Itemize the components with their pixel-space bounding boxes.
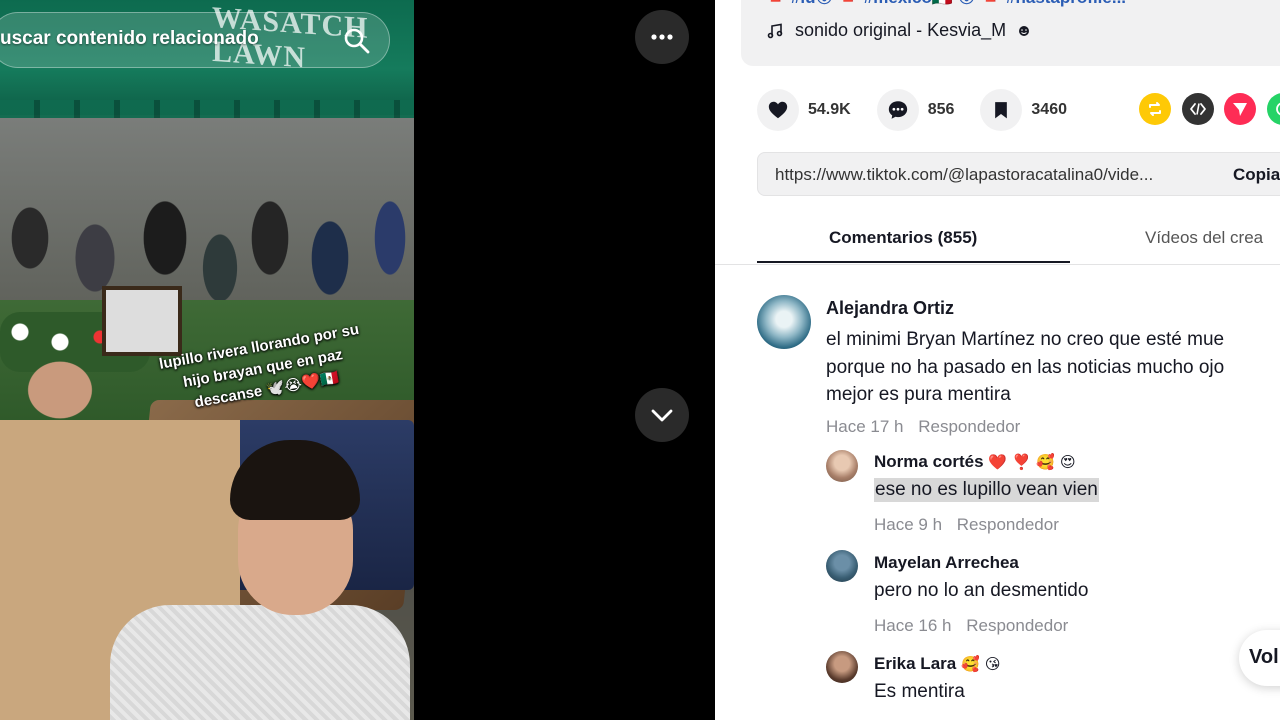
- tab-comments[interactable]: Comentarios (855): [829, 228, 977, 248]
- related-search-text[interactable]: uscar contenido relacionado: [0, 28, 259, 50]
- action-bar: 54.9K 856 3460: [757, 88, 1093, 132]
- reply-button[interactable]: Respondedor: [957, 515, 1059, 534]
- comment-meta: Hace 17 h Respondedor: [826, 417, 1020, 437]
- app-window: WASATCH LAWN lupillo rivera llorando por…: [0, 0, 1280, 720]
- comment-text-line: mejor es pura mentira: [826, 384, 1011, 405]
- comment-author[interactable]: Alejandra Ortiz: [826, 298, 954, 319]
- comment-text: el minimi Bryan Martínez no creo que est…: [826, 326, 1224, 409]
- tabs-bar: Comentarios (855) Vídeos del crea: [757, 212, 1280, 264]
- more-options-button[interactable]: [635, 10, 689, 64]
- reply-meta: Hace 16 h Respondedor: [874, 616, 1068, 636]
- search-icon[interactable]: [343, 27, 371, 55]
- embed-button[interactable]: [1182, 93, 1214, 125]
- more-icon: [651, 34, 673, 40]
- video-player-area[interactable]: WASATCH LAWN lupillo rivera llorando por…: [0, 0, 715, 720]
- video-link-box[interactable]: https://www.tiktok.com/@lapastoracatalin…: [757, 152, 1280, 196]
- avatar[interactable]: [826, 651, 858, 683]
- embed-code-icon: [1190, 103, 1206, 115]
- volume-button[interactable]: Vol: [1239, 630, 1280, 686]
- reply-author[interactable]: Norma cortés ❤️ ❣️ 🥰 😍: [874, 452, 1076, 472]
- send-icon: [1233, 103, 1247, 116]
- reply-author-name[interactable]: Norma cortés: [874, 452, 984, 471]
- reply-author[interactable]: Mayelan Arrechea: [874, 553, 1019, 573]
- copy-link-button[interactable]: Copia: [1233, 165, 1280, 185]
- sound-label[interactable]: sonido original - Kesvia_M: [795, 20, 1006, 41]
- sound-link[interactable]: sonido original - Kesvia_M: [767, 20, 1030, 41]
- reply-button[interactable]: Respondedor: [918, 417, 1020, 436]
- sound-disc-icon: [1019, 25, 1030, 36]
- save-action[interactable]: 3460: [980, 89, 1067, 131]
- reply-author-emojis: ❤️ ❣️ 🥰 😍: [988, 453, 1076, 471]
- hashtags-line[interactable]: 🔺 #lu😮 🔺 #mexico🇲🇽 😮 🔺 #hastaprofile...: [765, 0, 1126, 8]
- video-frame[interactable]: WASATCH LAWN lupillo rivera llorando por…: [0, 0, 414, 720]
- whatsapp-icon: [1276, 102, 1280, 116]
- reply-author[interactable]: Erika Lara 🥰 😘: [874, 654, 1001, 674]
- avatar[interactable]: [826, 550, 858, 582]
- volume-label[interactable]: Vol: [1249, 646, 1279, 669]
- active-tab-indicator: [757, 261, 1070, 263]
- comment-text-line: porque no ha pasado en las noticias much…: [826, 356, 1225, 378]
- chevron-down-icon: [651, 409, 673, 422]
- music-note-icon: [767, 23, 783, 38]
- comment-button[interactable]: [876, 89, 919, 131]
- avatar[interactable]: [826, 450, 858, 482]
- comment-text-line: el minimi Bryan Martínez no creo que est…: [826, 329, 1225, 350]
- comment-icon: [888, 101, 907, 119]
- heart-icon: [768, 101, 788, 119]
- reply-button[interactable]: Respondedor: [966, 616, 1068, 635]
- boy-overlay-image: [110, 440, 410, 720]
- side-panel: 🔺 #lu😮 🔺 #mexico🇲🇽 😮 🔺 #hastaprofile... …: [715, 0, 1280, 720]
- save-count: 3460: [1031, 101, 1067, 118]
- boy-hair: [230, 440, 360, 520]
- comment-time: Hace 17 h: [826, 417, 904, 436]
- reply-time: Hace 16 h: [874, 616, 952, 635]
- reply-text-selected: ese no es lupillo vean vien: [874, 478, 1099, 502]
- repost-button[interactable]: [1139, 93, 1171, 125]
- memorial-photo-frame: [102, 286, 182, 356]
- reply-text: Es mentira: [874, 681, 965, 702]
- video-link-url[interactable]: https://www.tiktok.com/@lapastoracatalin…: [775, 165, 1153, 185]
- like-button[interactable]: [757, 89, 799, 131]
- reply-author-emojis: 🥰 😘: [960, 655, 1001, 673]
- send-to-friends-button[interactable]: [1224, 93, 1256, 125]
- tab-creator-videos[interactable]: Vídeos del crea: [1145, 228, 1263, 248]
- repost-icon: [1149, 102, 1161, 116]
- reply-text: pero no lo an desmentido: [874, 580, 1089, 601]
- comment-count: 856: [927, 101, 955, 118]
- crowd-image: [0, 118, 414, 328]
- avatar[interactable]: [757, 295, 811, 349]
- reply-meta: Hace 9 h Respondedor: [874, 515, 1059, 535]
- like-count: 54.9K: [808, 101, 851, 118]
- boy-shirt: [110, 605, 410, 720]
- bookmark-icon: [995, 102, 1008, 119]
- save-button[interactable]: [980, 89, 1023, 131]
- like-action[interactable]: 54.9K: [757, 89, 851, 131]
- whatsapp-share-button[interactable]: [1267, 93, 1280, 125]
- next-video-button[interactable]: [635, 388, 689, 442]
- comment-action[interactable]: 856: [876, 89, 955, 131]
- reply-time: Hace 9 h: [874, 515, 943, 534]
- reply-author-name[interactable]: Erika Lara: [874, 654, 956, 673]
- tabs-divider: [715, 264, 1280, 265]
